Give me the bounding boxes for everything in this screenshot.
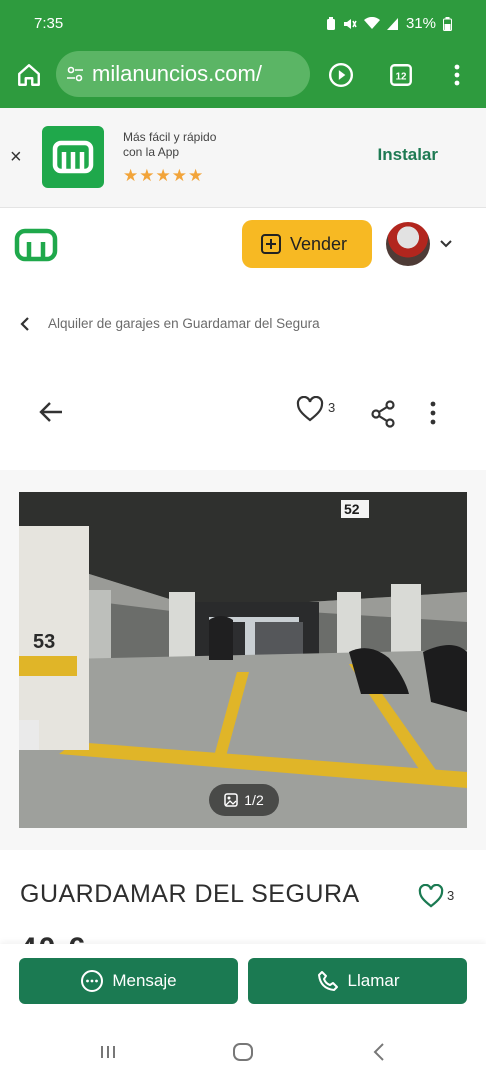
call-button[interactable]: Llamar [248, 958, 467, 1004]
message-label: Mensaje [112, 971, 177, 990]
listing-photo[interactable]: 53 52 1/2 [19, 492, 467, 828]
favorite-button[interactable]: 3 [296, 396, 335, 422]
status-bar: 7:35 31% [0, 0, 486, 46]
contact-bar: Mensaje Llamar [0, 944, 486, 1022]
banner-line-2: con la App [123, 145, 180, 159]
svg-text:12: 12 [396, 71, 407, 82]
app-logo-icon [42, 126, 104, 188]
system-home-icon[interactable] [232, 1042, 254, 1062]
address-bar[interactable]: milanuncios.com/ [56, 51, 310, 97]
back-arrow-icon[interactable] [38, 400, 64, 424]
avatar[interactable] [386, 222, 430, 266]
photo-counter: 1/2 [209, 784, 279, 816]
banner-line-1: Más fácil y rápido [123, 130, 217, 144]
listing-favorites-count: 3 [447, 888, 455, 903]
site-logo-icon[interactable] [14, 228, 58, 262]
site-settings-icon[interactable] [66, 65, 84, 83]
battery-saver-icon [326, 16, 335, 30]
breadcrumb[interactable]: Alquiler de garajes en Guardamar del Seg… [20, 316, 320, 331]
parking-sign-52: 52 [344, 501, 360, 517]
url-row: milanuncios.com/ 12 [0, 46, 486, 108]
call-label: Llamar [347, 971, 400, 990]
site-header: Vender [0, 208, 486, 284]
signal-icon [386, 18, 398, 30]
status-time: 7:35 [34, 15, 64, 32]
parking-sign-53: 53 [33, 631, 55, 653]
phone-icon [317, 971, 338, 991]
tabs-icon[interactable]: 12 [388, 62, 414, 88]
install-button[interactable]: Instalar [378, 145, 438, 165]
wifi-icon [363, 17, 380, 29]
chat-icon [81, 970, 104, 992]
sell-label: Vender [290, 233, 348, 254]
chevron-down-icon[interactable] [438, 236, 454, 252]
battery-percent: 31% [405, 15, 436, 32]
browser-toolbar: 7:35 31% milanuncios.com/ 12 [0, 0, 486, 108]
battery-icon [443, 16, 452, 31]
recent-apps-icon[interactable] [98, 1044, 118, 1060]
home-icon[interactable] [16, 62, 42, 88]
favorites-count: 3 [328, 400, 336, 415]
rating-stars: ★★★★★ [123, 166, 205, 185]
gallery-icon [224, 793, 239, 807]
favorite-listing-button[interactable]: 3 [418, 884, 454, 908]
system-back-icon[interactable] [372, 1042, 386, 1062]
close-icon[interactable]: × [10, 146, 22, 169]
url-text[interactable]: milanuncios.com/ [92, 61, 262, 87]
heart-icon [418, 884, 444, 908]
mute-icon [343, 18, 357, 29]
photo-gallery: 53 52 1/2 [0, 470, 486, 850]
chevron-left-icon [20, 316, 29, 331]
listing-title: GUARDAMAR DEL SEGURA [20, 880, 360, 908]
app-install-banner: × Más fácil y rápido con la App ★★★★★ In… [0, 108, 486, 208]
play-icon[interactable] [328, 62, 354, 88]
plus-box-icon [261, 234, 281, 254]
overflow-menu-icon[interactable] [448, 62, 466, 88]
heart-icon [296, 396, 324, 422]
banner-text: Más fácil y rápido con la App [123, 130, 216, 160]
system-nav-bar [0, 1022, 486, 1080]
breadcrumb-link[interactable]: Alquiler de garajes en Guardamar del Seg… [48, 316, 320, 331]
more-vertical-icon[interactable] [426, 400, 440, 426]
status-icons: 31% [326, 15, 452, 32]
share-icon[interactable] [370, 400, 396, 428]
photo-counter-text: 1/2 [244, 792, 264, 808]
sell-button[interactable]: Vender [242, 220, 372, 268]
message-button[interactable]: Mensaje [19, 958, 238, 1004]
